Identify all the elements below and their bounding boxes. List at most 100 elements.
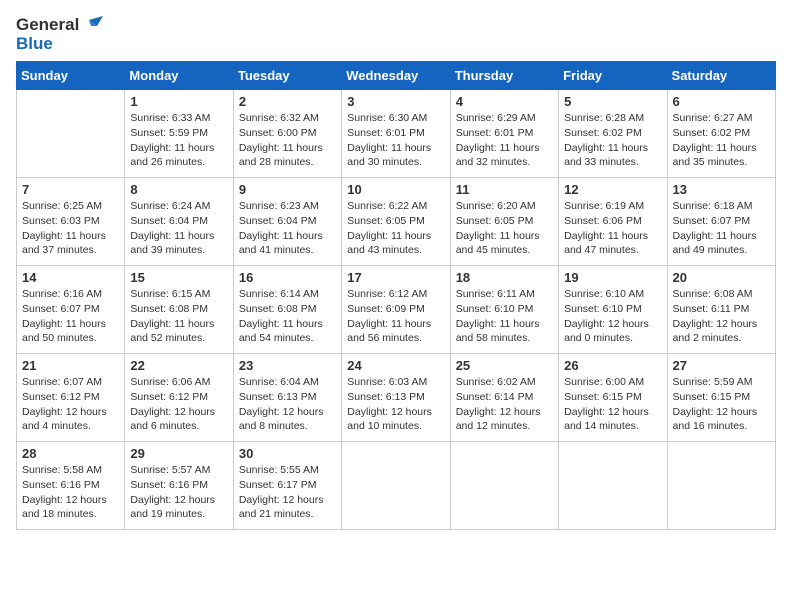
day-cell: 12Sunrise: 6:19 AMSunset: 6:06 PMDayligh… — [559, 178, 667, 266]
day-info: Sunrise: 5:57 AMSunset: 6:16 PMDaylight:… — [130, 463, 227, 522]
day-info: Sunrise: 6:14 AMSunset: 6:08 PMDaylight:… — [239, 287, 336, 346]
week-row-2: 7 Sunrise: 6:25 AMSunset: 6:03 PMDaylight… — [17, 178, 776, 266]
logo-blue: Blue — [16, 35, 53, 54]
day-info: Sunrise: 6:18 AMSunset: 6:07 PMDaylight:… — [673, 199, 770, 258]
day-cell: 20Sunrise: 6:08 AMSunset: 6:11 PMDayligh… — [667, 266, 775, 354]
day-info: Sunrise: 6:04 AMSunset: 6:13 PMDaylight:… — [239, 375, 336, 434]
day-number: 30 — [239, 446, 336, 461]
day-info: Sunrise: 5:58 AMSunset: 6:16 PMDaylight:… — [22, 463, 119, 522]
day-number: 25 — [456, 358, 553, 373]
day-cell: 22 Sunrise: 6:06 AMSunset: 6:12 PMDayligh… — [125, 354, 233, 442]
day-number: 16 — [239, 270, 336, 285]
day-info: Sunrise: 6:16 AMSunset: 6:07 PMDaylight:… — [22, 287, 119, 346]
day-info: Sunrise: 6:20 AMSunset: 6:05 PMDaylight:… — [456, 199, 553, 258]
day-info: Sunrise: 5:59 AMSunset: 6:15 PMDaylight:… — [673, 375, 770, 434]
day-number: 26 — [564, 358, 661, 373]
page-header: General Blue — [16, 16, 776, 53]
day-cell: 30Sunrise: 5:55 AMSunset: 6:17 PMDayligh… — [233, 442, 341, 530]
day-info: Sunrise: 6:25 AMSunset: 6:03 PMDaylight:… — [22, 199, 119, 258]
day-number: 28 — [22, 446, 119, 461]
day-info: Sunrise: 6:24 AMSunset: 6:04 PMDaylight:… — [130, 199, 227, 258]
day-number: 14 — [22, 270, 119, 285]
day-number: 19 — [564, 270, 661, 285]
col-header-tuesday: Tuesday — [233, 62, 341, 90]
day-cell: 6 Sunrise: 6:27 AMSunset: 6:02 PMDaylight… — [667, 90, 775, 178]
day-info: Sunrise: 6:03 AMSunset: 6:13 PMDaylight:… — [347, 375, 444, 434]
day-info: Sunrise: 6:33 AMSunset: 5:59 PMDaylight:… — [130, 111, 227, 170]
day-cell: 4 Sunrise: 6:29 AMSunset: 6:01 PMDaylight… — [450, 90, 558, 178]
day-cell: 28 Sunrise: 5:58 AMSunset: 6:16 PMDayligh… — [17, 442, 125, 530]
col-header-monday: Monday — [125, 62, 233, 90]
day-number: 29 — [130, 446, 227, 461]
day-info: Sunrise: 6:12 AMSunset: 6:09 PMDaylight:… — [347, 287, 444, 346]
day-cell: 25 Sunrise: 6:02 AMSunset: 6:14 PMDayligh… — [450, 354, 558, 442]
day-number: 6 — [673, 94, 770, 109]
day-cell: 2Sunrise: 6:32 AMSunset: 6:00 PMDaylight… — [233, 90, 341, 178]
day-info: Sunrise: 6:22 AMSunset: 6:05 PMDaylight:… — [347, 199, 444, 258]
week-row-3: 14 Sunrise: 6:16 AMSunset: 6:07 PMDayligh… — [17, 266, 776, 354]
day-number: 20 — [673, 270, 770, 285]
calendar-table: SundayMondayTuesdayWednesdayThursdayFrid… — [16, 61, 776, 530]
day-cell: 21 Sunrise: 6:07 AMSunset: 6:12 PMDayligh… — [17, 354, 125, 442]
day-info: Sunrise: 6:02 AMSunset: 6:14 PMDaylight:… — [456, 375, 553, 434]
day-cell: 9Sunrise: 6:23 AMSunset: 6:04 PMDaylight… — [233, 178, 341, 266]
day-info: Sunrise: 6:07 AMSunset: 6:12 PMDaylight:… — [22, 375, 119, 434]
day-cell: 24Sunrise: 6:03 AMSunset: 6:13 PMDayligh… — [342, 354, 450, 442]
day-info: Sunrise: 6:27 AMSunset: 6:02 PMDaylight:… — [673, 111, 770, 170]
col-header-wednesday: Wednesday — [342, 62, 450, 90]
day-info: Sunrise: 6:28 AMSunset: 6:02 PMDaylight:… — [564, 111, 661, 170]
day-number: 22 — [130, 358, 227, 373]
day-cell: 18 Sunrise: 6:11 AMSunset: 6:10 PMDayligh… — [450, 266, 558, 354]
day-number: 10 — [347, 182, 444, 197]
day-cell — [450, 442, 558, 530]
day-number: 7 — [22, 182, 119, 197]
day-info: Sunrise: 6:06 AMSunset: 6:12 PMDaylight:… — [130, 375, 227, 434]
day-number: 21 — [22, 358, 119, 373]
day-cell: 16 Sunrise: 6:14 AMSunset: 6:08 PMDayligh… — [233, 266, 341, 354]
day-cell: 3 Sunrise: 6:30 AMSunset: 6:01 PMDaylight… — [342, 90, 450, 178]
day-cell — [17, 90, 125, 178]
week-row-5: 28 Sunrise: 5:58 AMSunset: 6:16 PMDayligh… — [17, 442, 776, 530]
day-cell — [342, 442, 450, 530]
day-info: Sunrise: 6:19 AMSunset: 6:06 PMDaylight:… — [564, 199, 661, 258]
day-number: 27 — [673, 358, 770, 373]
day-info: Sunrise: 6:11 AMSunset: 6:10 PMDaylight:… — [456, 287, 553, 346]
day-cell: 7 Sunrise: 6:25 AMSunset: 6:03 PMDaylight… — [17, 178, 125, 266]
logo: General Blue — [16, 16, 103, 53]
week-row-4: 21 Sunrise: 6:07 AMSunset: 6:12 PMDayligh… — [17, 354, 776, 442]
day-number: 18 — [456, 270, 553, 285]
day-number: 5 — [564, 94, 661, 109]
day-info: Sunrise: 6:15 AMSunset: 6:08 PMDaylight:… — [130, 287, 227, 346]
day-cell: 17 Sunrise: 6:12 AMSunset: 6:09 PMDayligh… — [342, 266, 450, 354]
day-number: 11 — [456, 182, 553, 197]
day-number: 8 — [130, 182, 227, 197]
day-info: Sunrise: 6:00 AMSunset: 6:15 PMDaylight:… — [564, 375, 661, 434]
day-number: 3 — [347, 94, 444, 109]
col-header-thursday: Thursday — [450, 62, 558, 90]
day-cell: 15 Sunrise: 6:15 AMSunset: 6:08 PMDayligh… — [125, 266, 233, 354]
day-cell: 10 Sunrise: 6:22 AMSunset: 6:05 PMDayligh… — [342, 178, 450, 266]
day-info: Sunrise: 6:10 AMSunset: 6:10 PMDaylight:… — [564, 287, 661, 346]
day-cell: 23Sunrise: 6:04 AMSunset: 6:13 PMDayligh… — [233, 354, 341, 442]
day-info: Sunrise: 6:29 AMSunset: 6:01 PMDaylight:… — [456, 111, 553, 170]
day-cell — [559, 442, 667, 530]
day-cell: 14 Sunrise: 6:16 AMSunset: 6:07 PMDayligh… — [17, 266, 125, 354]
col-header-friday: Friday — [559, 62, 667, 90]
day-cell: 29 Sunrise: 5:57 AMSunset: 6:16 PMDayligh… — [125, 442, 233, 530]
day-number: 15 — [130, 270, 227, 285]
week-row-1: 1Sunrise: 6:33 AMSunset: 5:59 PMDaylight… — [17, 90, 776, 178]
day-cell: 5 Sunrise: 6:28 AMSunset: 6:02 PMDaylight… — [559, 90, 667, 178]
day-info: Sunrise: 6:23 AMSunset: 6:04 PMDaylight:… — [239, 199, 336, 258]
day-info: Sunrise: 6:30 AMSunset: 6:01 PMDaylight:… — [347, 111, 444, 170]
day-number: 2 — [239, 94, 336, 109]
day-number: 13 — [673, 182, 770, 197]
day-number: 4 — [456, 94, 553, 109]
day-cell: 27 Sunrise: 5:59 AMSunset: 6:15 PMDayligh… — [667, 354, 775, 442]
day-cell: 1Sunrise: 6:33 AMSunset: 5:59 PMDaylight… — [125, 90, 233, 178]
col-header-sunday: Sunday — [17, 62, 125, 90]
day-number: 17 — [347, 270, 444, 285]
day-cell: 11 Sunrise: 6:20 AMSunset: 6:05 PMDayligh… — [450, 178, 558, 266]
col-header-saturday: Saturday — [667, 62, 775, 90]
day-cell: 13 Sunrise: 6:18 AMSunset: 6:07 PMDayligh… — [667, 178, 775, 266]
logo-general: General — [16, 16, 79, 35]
